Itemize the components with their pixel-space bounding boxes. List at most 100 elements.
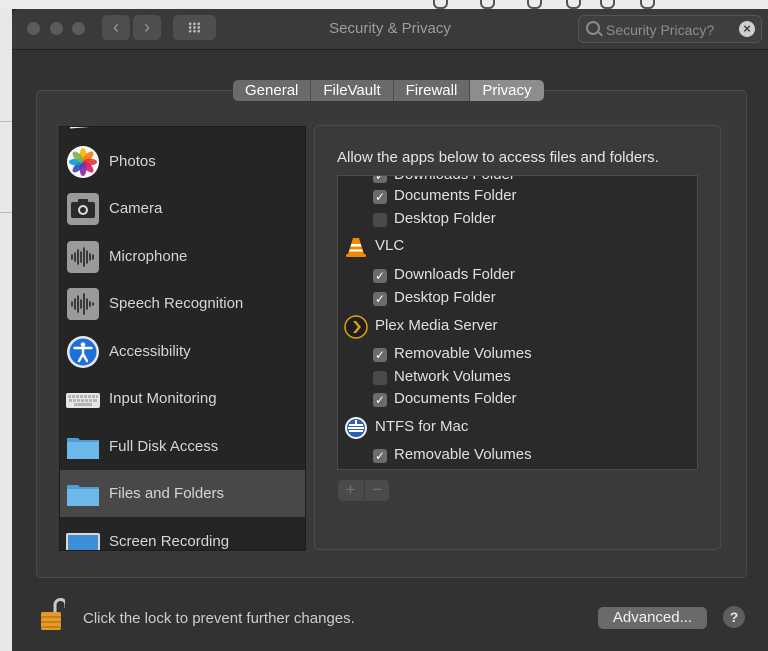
list-item[interactable]: ✓ Removable Volumes [338,445,697,468]
divider [0,121,12,122]
checkbox[interactable]: ✓ [373,393,387,407]
app-label: NTFS for Mac [375,418,469,435]
zoom-window-button[interactable] [72,22,85,35]
status-icon [433,0,448,9]
sidebar-item-label: Microphone [109,248,188,265]
tab-privacy[interactable]: Privacy [470,80,544,101]
accessibility-icon [67,336,99,368]
sidebar-item-input-monitoring[interactable]: Input Monitoring [60,375,305,422]
photos-icon [67,146,99,178]
tab-firewall[interactable]: Firewall [393,80,471,101]
sidebar-item-camera[interactable]: Camera [60,185,305,232]
sidebar-item-label: Camera [109,200,163,217]
vlc-icon [346,238,366,257]
search-icon [586,21,600,35]
plex-icon [344,315,368,339]
list-item[interactable]: ✓ Desktop Folder [338,288,697,311]
checkbox[interactable]: ✓ [373,190,387,204]
sidebar-item-label: Screen Recording [109,533,230,550]
checkbox[interactable]: ✓ [373,269,387,283]
status-icon [527,0,542,9]
app-label: VLC [375,237,405,254]
background-window [0,9,12,651]
app-row-ntfs[interactable]: NTFS for Mac [338,416,697,439]
microphone-icon [67,241,99,273]
detail-description: Allow the apps below to access files and… [337,149,659,166]
ntfs-icon [345,417,367,439]
add-button[interactable]: + [338,480,363,501]
checkbox[interactable]: ✓ [373,348,387,362]
list-item[interactable]: Network Volumes [338,367,697,390]
lock-message: Click the lock to prevent further change… [83,610,355,627]
sidebar-item-screen-recording[interactable]: Screen Recording [60,518,305,550]
sidebar-item-accessibility[interactable]: Accessibility [60,328,305,375]
list-item[interactable]: ✓ Removable Volumes [338,344,697,367]
checkbox[interactable] [373,371,387,385]
advanced-button[interactable]: Advanced... [598,607,707,629]
checkbox[interactable]: ✓ [373,176,387,183]
speech-recognition-icon [67,288,99,320]
checkbox[interactable] [373,213,387,227]
list-item[interactable]: Desktop Folder [338,209,697,232]
checkbox[interactable]: ✓ [373,292,387,306]
folder-label: Downloads Folder [394,266,515,283]
app-row-vlc[interactable]: VLC [338,235,697,258]
folder-label: Downloads Folder [394,176,515,183]
sidebar-item-label: Input Monitoring [109,390,217,407]
search-field[interactable]: × [578,15,762,43]
sidebar-item-files-and-folders[interactable]: Files and Folders [60,470,305,517]
folder-label: Documents Folder [394,187,517,204]
folder-label: Documents Folder [394,390,517,407]
volume-label: Network Volumes [394,368,511,385]
keyboard-icon [66,393,100,408]
camera-icon [67,193,99,225]
sidebar-item-label: Photos [109,153,156,170]
list-item[interactable]: ✓ Downloads Folder [338,265,697,288]
title-bar: Security & Privacy ‹ › × [12,9,768,50]
sidebar-item-microphone[interactable]: Microphone [60,233,305,280]
tab-filevault[interactable]: FileVault [311,80,394,101]
app-access-list[interactable]: ✓ Downloads Folder ✓ Documents Folder De… [337,175,698,470]
grid-icon [188,22,201,33]
app-label: Plex Media Server [375,317,498,334]
tab-general[interactable]: General [233,80,312,101]
status-icon [566,0,581,9]
sidebar-item-label: Full Disk Access [109,438,219,455]
sidebar-item-label: Speech Recognition [109,295,244,312]
list-item[interactable]: ✓ Documents Folder [338,186,697,209]
forward-button[interactable]: › [133,15,161,40]
folder-icon [67,438,99,459]
status-icon [640,0,655,9]
list-item[interactable]: ✓ Documents Folder [338,389,697,412]
show-all-button[interactable] [173,15,216,40]
folder-label: Desktop Folder [394,210,496,227]
volume-label: Removable Volumes [394,345,532,362]
divider [0,212,12,213]
tab-bar: General FileVault Firewall Privacy [233,80,544,101]
scrolled-item-icon [70,127,90,129]
screen-icon [66,533,100,550]
sidebar-item-speech-recognition[interactable]: Speech Recognition [60,280,305,327]
search-input[interactable] [604,19,738,41]
sidebar-item-photos[interactable]: Photos [60,138,305,185]
status-icon [480,0,495,9]
folder-label: Desktop Folder [394,289,496,306]
lock-icon[interactable] [39,598,65,632]
minimize-window-button[interactable] [50,22,63,35]
sidebar-item-full-disk-access[interactable]: Full Disk Access [60,423,305,470]
privacy-category-list[interactable]: Photos Camera Microphone Speech Recognit… [59,126,306,551]
back-button[interactable]: ‹ [102,15,130,40]
volume-label: Removable Volumes [394,446,532,463]
status-icon [600,0,615,9]
sidebar-item-label: Files and Folders [109,485,225,502]
menu-bar-strip [0,0,768,9]
list-item-partial [60,127,305,131]
checkbox[interactable]: ✓ [373,449,387,463]
clear-search-icon[interactable]: × [739,21,755,37]
folder-icon [67,485,99,506]
preferences-window: Security & Privacy ‹ › × General FileVau… [12,9,768,651]
close-window-button[interactable] [27,22,40,35]
app-row-plex[interactable]: Plex Media Server [338,315,697,339]
help-button[interactable]: ? [723,606,745,628]
remove-button[interactable]: − [364,480,390,501]
